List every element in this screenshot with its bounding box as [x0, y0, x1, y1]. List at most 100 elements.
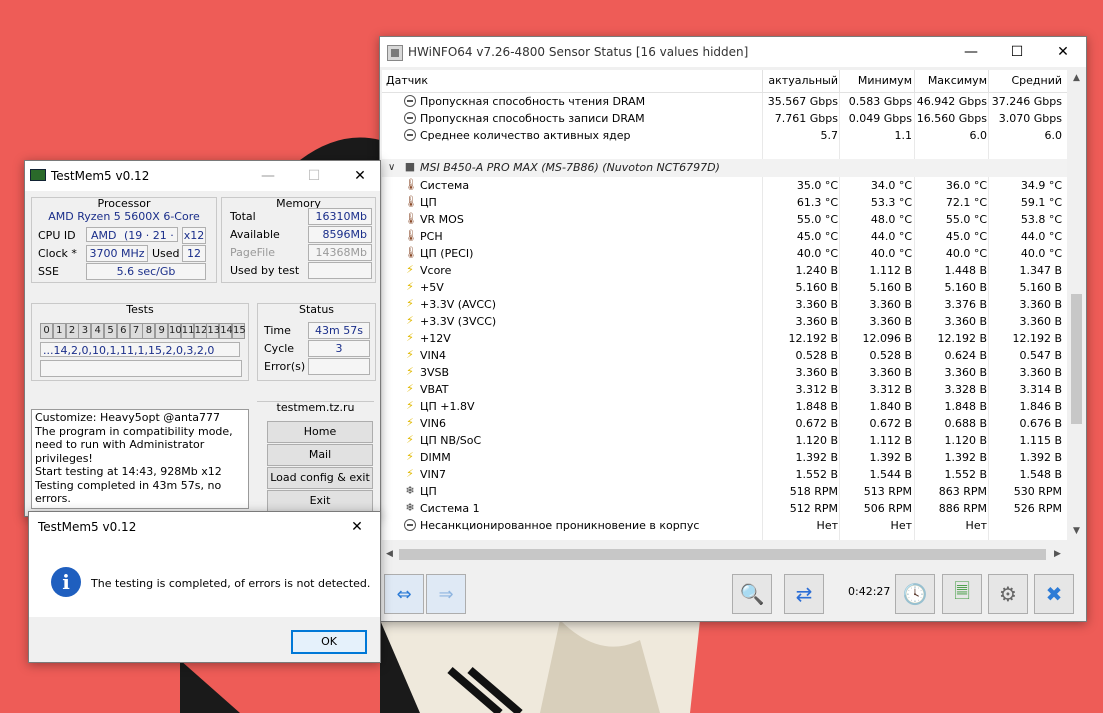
sensor-row[interactable]: ⚡ ЦП +1.8V 1.848 В 1.840 В 1.848 В 1.846 В: [382, 398, 1067, 415]
value-min: 506 RPM: [863, 502, 912, 515]
testmem-titlebar[interactable]: TestMem5 v0.12 — ☐ ✕: [25, 161, 380, 191]
column-header-max[interactable]: Максимум: [916, 70, 987, 92]
value-avg: 1.347 В: [1019, 264, 1062, 277]
sensor-row[interactable]: ⚡ +12V 12.192 В 12.096 В 12.192 В 12.192 В: [382, 330, 1067, 347]
sensor-row[interactable]: Пропускная способность чтения DRAM 35.567…: [382, 93, 1067, 110]
sensor-row[interactable]: ❄ Система 1 512 RPM 506 RPM 886 RPM 526 RPM: [382, 500, 1067, 517]
log-textbox[interactable]: Customize: Heavy5opt @anta777 The progra…: [31, 409, 249, 509]
sensor-name: Vcore: [420, 264, 452, 277]
sensor-name: Несанкционированное проникновение в корп…: [420, 519, 700, 532]
voltage-bolt-icon: ⚡: [406, 467, 414, 480]
dialog-close-button[interactable]: ✕: [334, 512, 380, 542]
thermometer-icon: 🌡: [404, 195, 418, 208]
voltage-bolt-icon: ⚡: [406, 297, 414, 310]
sensor-name: Пропускная способность записи DRAM: [420, 112, 645, 125]
network-icon[interactable]: ⇄: [784, 574, 824, 614]
load-config-exit-button[interactable]: Load config & exit: [267, 467, 373, 489]
test-cell: 4: [91, 323, 105, 339]
close-button[interactable]: ✕: [337, 161, 383, 191]
status-group: Status Time 43m 57s Cycle 3 Error(s): [257, 303, 376, 381]
sensor-row[interactable]: ❄ ЦП 518 RPM 513 RPM 863 RPM 530 RPM: [382, 483, 1067, 500]
horizontal-scrollbar[interactable]: ◀ ▶: [382, 546, 1067, 563]
sensor-row[interactable]: 🌡 Система 35.0 °C 34.0 °C 36.0 °C 34.9 °C: [382, 177, 1067, 194]
hwinfo-titlebar[interactable]: HWiNFO64 v7.26-4800 Sensor Status [16 va…: [380, 37, 1086, 67]
sensor-row[interactable]: ⚡ Vcore 1.240 В 1.112 В 1.448 В 1.347 В: [382, 262, 1067, 279]
sensor-row[interactable]: Несанкционированное проникновение в корп…: [382, 517, 1067, 534]
minimize-button[interactable]: —: [245, 161, 291, 191]
vertical-scrollbar[interactable]: ▲ ▼: [1069, 70, 1084, 540]
cycle-field: 3: [308, 340, 370, 357]
test-cell: 5: [104, 323, 117, 339]
value-min: 3.360 В: [869, 298, 912, 311]
sensor-row[interactable]: ⚡ +3.3V (AVCC) 3.360 В 3.360 В 3.376 В 3.360 …: [382, 296, 1067, 313]
maximize-button[interactable]: ☐: [291, 161, 337, 191]
value-max: 45.0 °C: [945, 230, 987, 243]
maximize-button[interactable]: ☐: [994, 37, 1040, 67]
sensor-row[interactable]: ⚡ VIN7 1.552 В 1.544 В 1.552 В 1.548 В: [382, 466, 1067, 483]
clock-field: 3700 MHz: [86, 245, 148, 262]
sensor-row[interactable]: 🌡 ЦП (PECI) 40.0 °C 40.0 °C 40.0 °C 40.0 °C: [382, 245, 1067, 262]
sensor-row[interactable]: ⚡ VIN4 0.528 В 0.528 В 0.624 В 0.547 В: [382, 347, 1067, 364]
close-x-icon[interactable]: ✖: [1034, 574, 1074, 614]
value-max: 1.392 В: [944, 451, 987, 464]
hwinfo-toolbar: ⇔ ⇒ 🔍 ⇄ 0:42:27 🕓 🗏 ⚙ ✖: [380, 567, 1086, 621]
sensor-report-icon[interactable]: 🔍: [732, 574, 772, 614]
navigate-collapse-icon[interactable]: ⇒: [426, 574, 466, 614]
close-button[interactable]: ✕: [1040, 37, 1086, 67]
minimize-button[interactable]: —: [948, 37, 994, 67]
column-header-min[interactable]: Минимум: [841, 70, 912, 92]
ok-button[interactable]: OK: [291, 630, 367, 654]
value-min: 0.049 Gbps: [848, 112, 912, 125]
used-field: 12: [182, 245, 206, 262]
value-avg: 12.192 В: [1012, 332, 1062, 345]
navigate-left-right-icon[interactable]: ⇔: [384, 574, 424, 614]
sensor-row[interactable]: ⚡ ЦП NB/SoC 1.120 В 1.112 В 1.120 В 1.115 В: [382, 432, 1067, 449]
sensor-row[interactable]: ⚡ +5V 5.160 В 5.160 В 5.160 В 5.160 В: [382, 279, 1067, 296]
status-heading: Status: [298, 303, 335, 316]
sensor-group-header[interactable]: ∨ ■ MSI B450-A PRO MAX (MS-7B86) (Nuvoton …: [382, 159, 1067, 177]
voltage-bolt-icon: ⚡: [406, 331, 414, 344]
exit-button[interactable]: Exit: [267, 490, 373, 512]
value-current: 0.672 В: [795, 417, 838, 430]
sensor-name: Среднее количество активных ядер: [420, 129, 631, 142]
value-current: 35.0 °C: [796, 179, 838, 192]
test-cell: 6: [116, 323, 130, 339]
sensor-row[interactable]: ⚡ +3.3V (3VCC) 3.360 В 3.360 В 3.360 В 3.360 …: [382, 313, 1067, 330]
vertical-scroll-thumb[interactable]: [1071, 294, 1082, 424]
test-cell: 2: [65, 323, 79, 339]
sensor-row[interactable]: ⚡ DIMM 1.392 В 1.392 В 1.392 В 1.392 В: [382, 449, 1067, 466]
sensor-row[interactable]: Среднее количество активных ядер 5.7 1.1 6.…: [382, 127, 1067, 144]
test-cell: 13: [206, 323, 220, 339]
voltage-bolt-icon: ⚡: [406, 433, 414, 446]
value-current: 12.192 В: [788, 332, 838, 345]
value-min: 48.0 °C: [870, 213, 912, 226]
add-log-icon[interactable]: 🗏: [942, 574, 982, 614]
sensor-row[interactable]: ⚡ 3VSB 3.360 В 3.360 В 3.360 В 3.360 В: [382, 364, 1067, 381]
value-avg: 1.392 В: [1019, 451, 1062, 464]
column-header-sensor[interactable]: Датчик: [386, 70, 428, 92]
errors-label: Error(s): [264, 360, 306, 373]
sensor-row[interactable]: 🌡 PCH 45.0 °C 44.0 °C 45.0 °C 44.0 °C: [382, 228, 1067, 245]
dialog-titlebar[interactable]: TestMem5 v0.12 ✕: [29, 512, 380, 542]
home-button[interactable]: Home: [267, 421, 373, 443]
available-label: Available: [230, 228, 280, 241]
collapse-chevron-icon[interactable]: ∨: [388, 159, 395, 177]
clock-icon[interactable]: 🕓: [895, 574, 935, 614]
testmem-window: TestMem5 v0.12 — ☐ ✕ Processor AMD Ryzen…: [24, 160, 381, 517]
settings-gear-icon[interactable]: ⚙: [988, 574, 1028, 614]
mail-button[interactable]: Mail: [267, 444, 373, 466]
sensor-row[interactable]: ⚡ VBAT 3.312 В 3.312 В 3.328 В 3.314 В: [382, 381, 1067, 398]
cpuid-field: AMD (19 · 21 · 0): [86, 227, 178, 257]
cycle-label: Cycle: [264, 342, 295, 355]
column-header-current[interactable]: актуальный: [766, 70, 838, 92]
sensor-row[interactable]: Пропускная способность записи DRAM 7.761 …: [382, 110, 1067, 127]
sensor-row[interactable]: 🌡 ЦП 61.3 °C 53.3 °C 72.1 °C 59.1 °C: [382, 194, 1067, 211]
column-header-avg[interactable]: Средний: [990, 70, 1062, 92]
test-cell: 15: [232, 323, 246, 339]
sensor-row[interactable]: ⚡ VIN6 0.672 В 0.672 В 0.688 В 0.676 В: [382, 415, 1067, 432]
value-current: 1.848 В: [795, 400, 838, 413]
test-cell: 1: [52, 323, 66, 339]
sensor-row[interactable]: 🌡 VR MOS 55.0 °C 48.0 °C 55.0 °C 53.8 °C: [382, 211, 1067, 228]
horizontal-scroll-thumb[interactable]: [399, 549, 1046, 560]
usedbytest-field: [308, 262, 372, 279]
